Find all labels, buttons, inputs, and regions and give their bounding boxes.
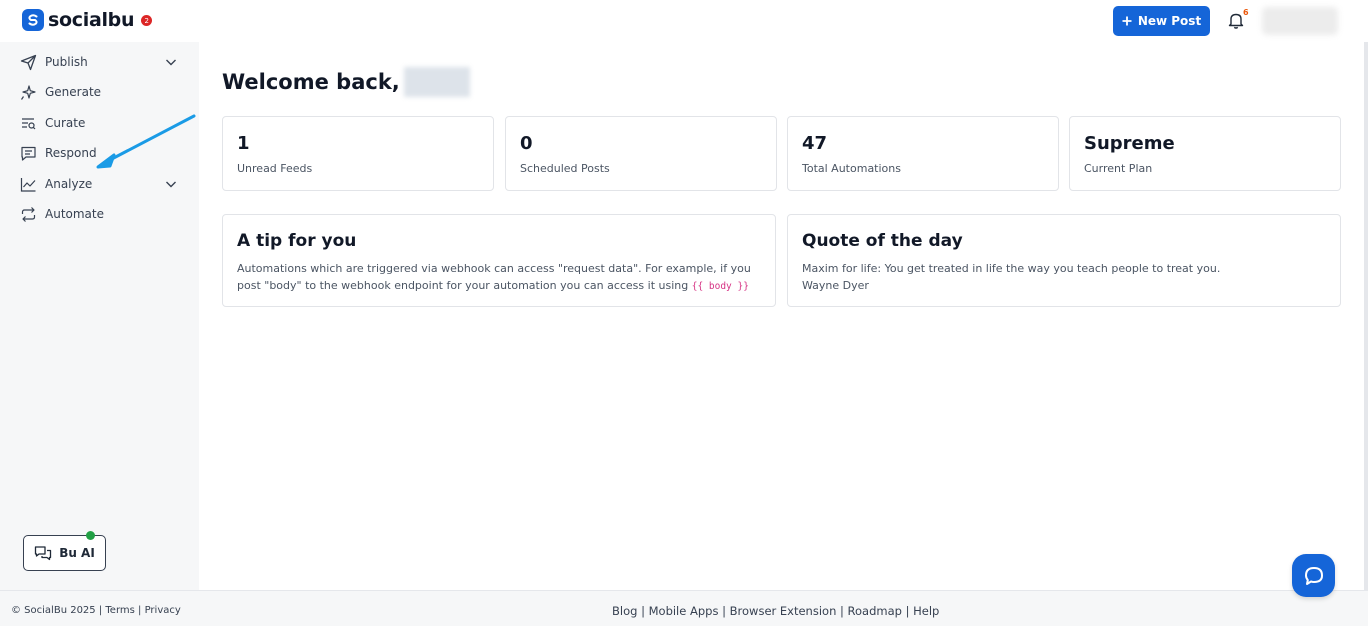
stat-card-scheduled-posts[interactable]: 0 Scheduled Posts [505, 116, 777, 191]
sidebar-item-label: Publish [45, 55, 88, 69]
sidebar-item-label: Analyze [45, 177, 93, 191]
tip-body: Automations which are triggered via webh… [237, 260, 761, 295]
brand-name: socialbu [48, 9, 135, 31]
chat-icon [1304, 566, 1323, 585]
quote-card: Quote of the day Maxim for life: You get… [787, 214, 1341, 307]
footer: © SocialBu 2025 | Terms | Privacy Blog |… [0, 590, 1368, 626]
tip-text: Automations which are triggered via webh… [237, 262, 751, 292]
brand-badge: 2 [141, 15, 153, 26]
stat-label: Scheduled Posts [520, 162, 610, 175]
message-icon [19, 144, 37, 162]
footer-link-terms[interactable]: Terms [105, 605, 134, 616]
quote-author: Wayne Dyer [802, 279, 869, 292]
copyright: © SocialBu 2025 [11, 605, 96, 616]
bu-ai-button[interactable]: Bu AI [23, 531, 106, 571]
sparkle-icon [19, 83, 37, 101]
sidebar-item-label: Curate [45, 116, 86, 130]
top-bar: socialbu 2 New Post 6 [0, 0, 1368, 42]
footer-left: © SocialBu 2025 | Terms | Privacy [11, 605, 181, 616]
new-post-label: New Post [1137, 14, 1202, 28]
footer-link-roadmap[interactable]: Roadmap [848, 604, 902, 618]
quote-title: Quote of the day [802, 231, 963, 251]
chevron-down-icon[interactable] [164, 55, 178, 69]
welcome-text: Welcome back, [222, 70, 400, 94]
footer-link-mobile-apps[interactable]: Mobile Apps [649, 604, 719, 618]
tip-title: A tip for you [237, 231, 357, 251]
annotation-arrow [96, 114, 196, 169]
sidebar-item-label: Automate [45, 207, 104, 221]
sidebar-item-publish[interactable]: Publish [0, 47, 199, 77]
plus-icon [1122, 16, 1132, 26]
sidebar: Publish Generate Curate Respond Analyze … [0, 42, 199, 590]
online-status-dot [86, 531, 95, 540]
stat-label: Total Automations [802, 162, 901, 175]
send-icon [19, 53, 37, 71]
footer-right: Blog | Mobile Apps | Browser Extension |… [612, 604, 940, 618]
footer-link-help[interactable]: Help [913, 604, 939, 618]
quote-body: Maxim for life: You get treated in life … [802, 260, 1326, 294]
user-name-redacted [403, 67, 470, 97]
sidebar-item-analyze[interactable]: Analyze [0, 169, 199, 199]
quote-text: Maxim for life: You get treated in life … [802, 262, 1221, 275]
sidebar-item-label: Generate [45, 85, 102, 99]
page-title: Welcome back, [222, 67, 470, 97]
chat-bubbles-icon [35, 546, 52, 561]
new-post-button[interactable]: New Post [1113, 6, 1210, 36]
notification-count: 6 [1243, 8, 1249, 17]
stat-value: 1 [237, 133, 250, 154]
chart-line-icon [19, 175, 37, 193]
user-menu[interactable] [1262, 7, 1338, 35]
tip-card: A tip for you Automations which are trig… [222, 214, 776, 307]
footer-link-browser-extension[interactable]: Browser Extension [730, 604, 837, 618]
stat-value: 47 [802, 133, 828, 154]
stat-card-total-automations[interactable]: 47 Total Automations [787, 116, 1059, 191]
stat-card-current-plan[interactable]: Supreme Current Plan [1069, 116, 1341, 191]
sidebar-item-label: Respond [45, 146, 97, 160]
stat-label: Current Plan [1084, 162, 1153, 175]
sidebar-item-automate[interactable]: Automate [0, 199, 199, 229]
footer-link-privacy[interactable]: Privacy [145, 605, 181, 616]
repeat-icon [19, 205, 37, 223]
chevron-down-icon[interactable] [164, 177, 178, 191]
stat-card-unread-feeds[interactable]: 1 Unread Feeds [222, 116, 494, 191]
stat-value: Supreme [1084, 133, 1175, 154]
tip-code: {{ body }} [691, 281, 749, 292]
footer-link-blog[interactable]: Blog [612, 604, 637, 618]
stat-value: 0 [520, 133, 533, 154]
brand-logo[interactable]: socialbu 2 [22, 9, 153, 31]
sidebar-item-generate[interactable]: Generate [0, 77, 199, 107]
bu-ai-label: Bu AI [59, 546, 95, 560]
support-chat-button[interactable] [1292, 554, 1335, 597]
curate-icon [19, 114, 37, 132]
stat-label: Unread Feeds [237, 162, 313, 175]
socialbu-logo-icon [22, 9, 44, 31]
